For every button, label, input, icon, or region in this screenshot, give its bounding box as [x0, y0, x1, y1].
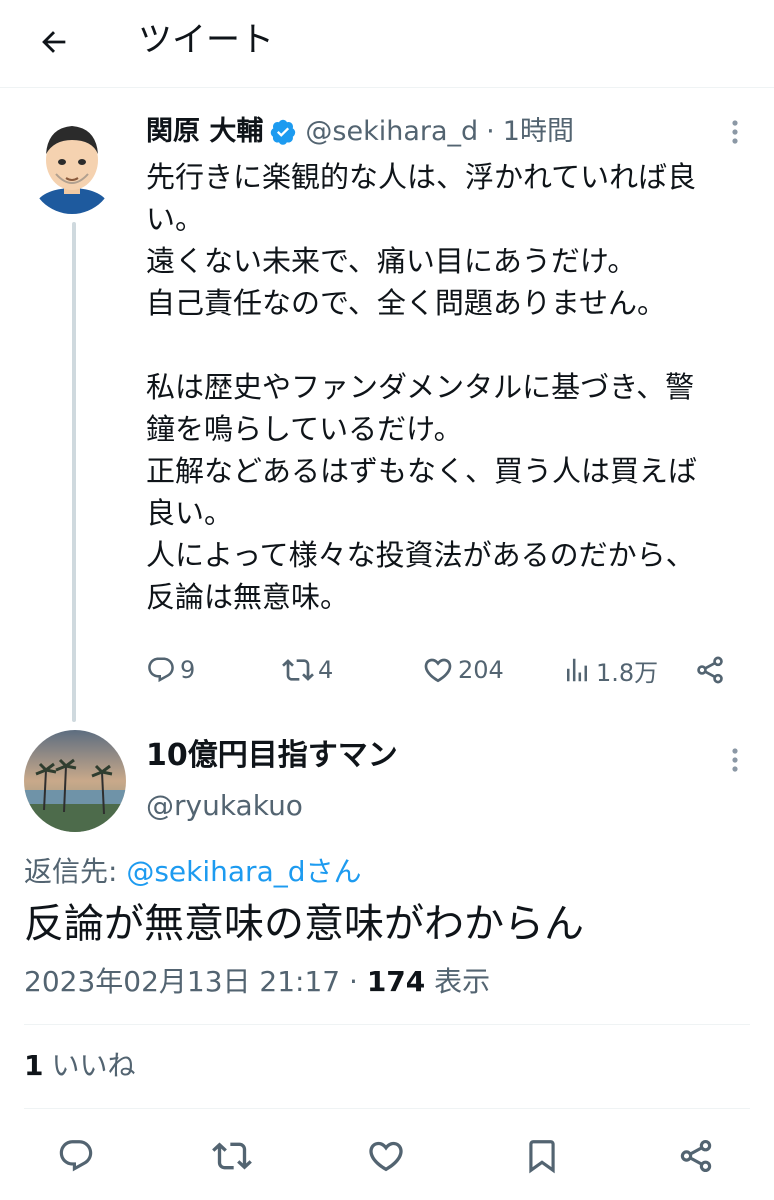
reply-timestamp-line: 2023年02月13日 21:17 · 174 表示	[24, 962, 490, 1002]
retweet-button[interactable]: 4	[282, 646, 333, 694]
avatar-illustration	[30, 110, 114, 214]
back-arrow-icon	[42, 31, 66, 53]
tweet-more-button[interactable]	[720, 112, 750, 152]
reply-views-label: 表示	[425, 965, 491, 998]
reply-button[interactable]: 9	[146, 646, 195, 694]
like-button[interactable]	[362, 1132, 410, 1180]
author-handle[interactable]: @sekihara_d	[305, 112, 478, 152]
reply-button[interactable]	[52, 1132, 100, 1180]
retweet-icon	[282, 659, 314, 681]
like-count: 204	[458, 656, 504, 684]
replying-to-prefix: 返信先:	[24, 855, 127, 888]
replying-to-line: 返信先: @sekihara_dさん	[24, 852, 362, 892]
back-button[interactable]	[30, 18, 78, 66]
page-title: ツイート	[138, 20, 274, 60]
reply-more-button[interactable]	[720, 740, 750, 780]
tweet-line: 反論は無意味。	[146, 580, 350, 614]
tweet-line: 人によって様々な投資法があるのだから、	[146, 538, 695, 572]
replying-to-mention[interactable]: @sekihara_dさん	[126, 855, 361, 888]
reply-action-bar	[0, 1128, 774, 1184]
likes-summary[interactable]: 1 いいね	[24, 1046, 136, 1086]
retweet-button[interactable]	[208, 1132, 256, 1180]
timestamp-separator: ·	[340, 965, 367, 998]
bookmark-icon	[529, 1140, 555, 1174]
reply-author-handle[interactable]: @ryukakuo	[146, 786, 303, 826]
tweet-line: 鐘を鳴らしているだけ。	[146, 412, 463, 446]
heart-icon	[424, 658, 452, 683]
share-icon	[680, 1140, 712, 1172]
views-count: 1.8万	[596, 658, 659, 687]
reply-count: 9	[180, 656, 196, 684]
share-button[interactable]	[694, 646, 730, 694]
tweet-line: 遠くない未来で、痛い目にあうだけ。	[146, 244, 637, 278]
tweet-header: 関原 大輔 @sekihara_d · 1時間	[146, 112, 574, 152]
divider	[24, 1108, 750, 1109]
thread-connector-line	[72, 222, 76, 722]
reply-date[interactable]: 2023年02月13日 21:17	[24, 965, 340, 998]
retweet-count: 4	[318, 656, 334, 684]
author-name[interactable]: 関原 大輔	[146, 112, 263, 152]
reply-icon	[148, 657, 174, 683]
reply-avatar[interactable]	[24, 730, 126, 832]
tweet-line: い。	[146, 202, 205, 236]
reply-views-count: 174	[366, 965, 426, 998]
avatar-beach-photo	[24, 730, 126, 832]
heart-icon	[369, 1141, 403, 1172]
views-chart-icon	[567, 658, 587, 682]
tweet-line: 自己責任なので、全く問題ありません。	[146, 286, 666, 320]
tweet-line: 良い。	[146, 496, 234, 530]
like-button[interactable]: 204	[422, 646, 504, 694]
likes-label: いいね	[51, 1049, 136, 1082]
verified-badge-icon	[269, 118, 297, 146]
author-avatar[interactable]	[30, 110, 114, 214]
views-button[interactable]: 1.8万	[562, 646, 658, 694]
tweet-time[interactable]: 1時間	[503, 112, 574, 152]
retweet-icon	[212, 1142, 252, 1170]
bookmark-button[interactable]	[518, 1132, 566, 1180]
tweet-line: 私は歴史やファンダメンタルに基づき、警	[146, 370, 695, 404]
divider	[24, 1024, 750, 1025]
share-button[interactable]	[672, 1132, 720, 1180]
reply-icon	[59, 1140, 93, 1172]
meta-separator: ·	[486, 116, 495, 147]
more-vertical-icon	[732, 120, 738, 144]
more-vertical-icon	[732, 748, 738, 772]
likes-total: 1	[24, 1049, 44, 1082]
tweet-body: 先行きに楽観的な人は、浮かれていれば良 い。 遠くない未来で、痛い目にあうだけ。…	[146, 156, 756, 618]
reply-author-name[interactable]: 10億円目指すマン	[146, 736, 398, 776]
tweet-action-bar: 9 4 204 1.8万	[146, 646, 746, 694]
reply-text: 反論が無意味の意味がわからん	[24, 901, 584, 947]
share-icon	[697, 656, 723, 684]
tweet-line: 先行きに楽観的な人は、浮かれていれば良	[146, 160, 697, 194]
top-bar: ツイート	[0, 0, 774, 88]
tweet-line: 正解などあるはずもなく、買う人は買えば	[146, 454, 698, 488]
